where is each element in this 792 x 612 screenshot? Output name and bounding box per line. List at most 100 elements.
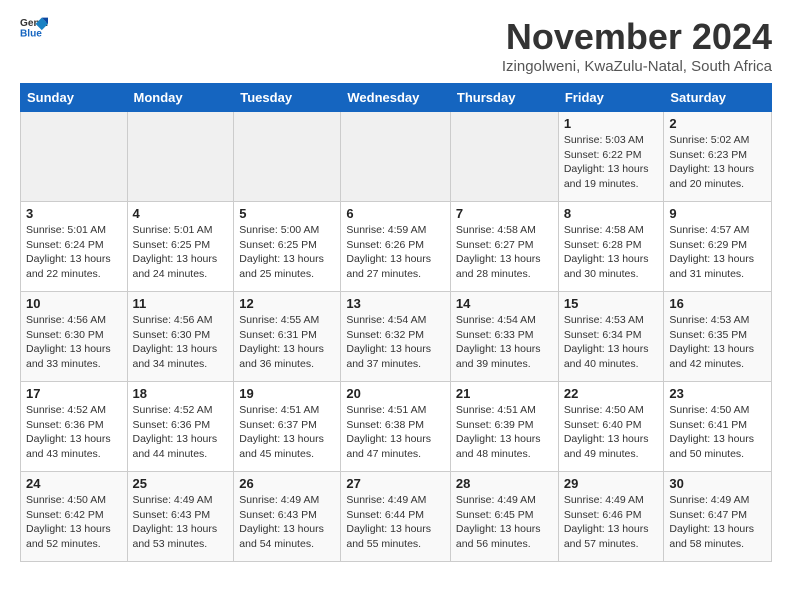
- day-number: 11: [133, 296, 229, 311]
- day-number: 16: [669, 296, 766, 311]
- calendar-cell: 26 Sunrise: 4:49 AM Sunset: 6:43 PM Dayli…: [234, 472, 341, 562]
- day-info: Sunrise: 4:50 AM Sunset: 6:41 PM Dayligh…: [669, 403, 766, 462]
- calendar-cell: 30 Sunrise: 4:49 AM Sunset: 6:47 PM Dayli…: [664, 472, 772, 562]
- day-number: 14: [456, 296, 553, 311]
- calendar-cell: 14 Sunrise: 4:54 AM Sunset: 6:33 PM Dayli…: [450, 292, 558, 382]
- title-area: November 2024 Izingolweni, KwaZulu-Natal…: [502, 16, 772, 75]
- day-number: 23: [669, 386, 766, 401]
- calendar-cell: 10 Sunrise: 4:56 AM Sunset: 6:30 PM Dayli…: [21, 292, 128, 382]
- calendar-cell: 15 Sunrise: 4:53 AM Sunset: 6:34 PM Dayli…: [558, 292, 664, 382]
- calendar-cell: 4 Sunrise: 5:01 AM Sunset: 6:25 PM Daylig…: [127, 202, 234, 292]
- week-row-3: 10 Sunrise: 4:56 AM Sunset: 6:30 PM Dayli…: [21, 292, 772, 382]
- day-info: Sunrise: 4:50 AM Sunset: 6:40 PM Dayligh…: [564, 403, 659, 462]
- day-number: 3: [26, 206, 122, 221]
- col-header-saturday: Saturday: [664, 84, 772, 112]
- day-number: 20: [346, 386, 445, 401]
- day-info: Sunrise: 4:52 AM Sunset: 6:36 PM Dayligh…: [26, 403, 122, 462]
- generalblue-logo-icon: General Blue: [20, 16, 48, 38]
- day-number: 22: [564, 386, 659, 401]
- svg-text:Blue: Blue: [20, 28, 42, 38]
- day-number: 21: [456, 386, 553, 401]
- day-number: 12: [239, 296, 335, 311]
- day-info: Sunrise: 4:52 AM Sunset: 6:36 PM Dayligh…: [133, 403, 229, 462]
- week-row-1: 1 Sunrise: 5:03 AM Sunset: 6:22 PM Daylig…: [21, 112, 772, 202]
- col-header-friday: Friday: [558, 84, 664, 112]
- calendar-cell: 22 Sunrise: 4:50 AM Sunset: 6:40 PM Dayli…: [558, 382, 664, 472]
- day-number: 28: [456, 476, 553, 491]
- day-number: 29: [564, 476, 659, 491]
- calendar-cell: 2Sunrise: 5:02 AM Sunset: 6:23 PM Daylig…: [664, 112, 772, 202]
- calendar-cell: 12 Sunrise: 4:55 AM Sunset: 6:31 PM Dayli…: [234, 292, 341, 382]
- calendar-cell: 8Sunrise: 4:58 AM Sunset: 6:28 PM Daylig…: [558, 202, 664, 292]
- calendar-cell: 3 Sunrise: 5:01 AM Sunset: 6:24 PM Daylig…: [21, 202, 128, 292]
- day-info: Sunrise: 5:01 AM Sunset: 6:24 PM Dayligh…: [26, 223, 122, 282]
- page-header: General Blue November 2024 Izingolweni, …: [20, 16, 772, 75]
- day-info: Sunrise: 4:49 AM Sunset: 6:45 PM Dayligh…: [456, 493, 553, 552]
- calendar-cell: 17 Sunrise: 4:52 AM Sunset: 6:36 PM Dayli…: [21, 382, 128, 472]
- day-info: Sunrise: 4:53 AM Sunset: 6:34 PM Dayligh…: [564, 313, 659, 372]
- day-info: Sunrise: 5:03 AM Sunset: 6:22 PM Dayligh…: [564, 133, 659, 192]
- day-info: Sunrise: 4:53 AM Sunset: 6:35 PM Dayligh…: [669, 313, 766, 372]
- day-info: Sunrise: 4:56 AM Sunset: 6:30 PM Dayligh…: [26, 313, 122, 372]
- week-row-2: 3 Sunrise: 5:01 AM Sunset: 6:24 PM Daylig…: [21, 202, 772, 292]
- day-number: 4: [133, 206, 229, 221]
- day-number: 2: [669, 116, 766, 131]
- day-info: Sunrise: 4:49 AM Sunset: 6:43 PM Dayligh…: [239, 493, 335, 552]
- calendar-cell: 25 Sunrise: 4:49 AM Sunset: 6:43 PM Dayli…: [127, 472, 234, 562]
- calendar-cell: 29 Sunrise: 4:49 AM Sunset: 6:46 PM Dayli…: [558, 472, 664, 562]
- col-header-sunday: Sunday: [21, 84, 128, 112]
- day-info: Sunrise: 4:56 AM Sunset: 6:30 PM Dayligh…: [133, 313, 229, 372]
- location-subtitle: Izingolweni, KwaZulu-Natal, South Africa: [502, 58, 772, 75]
- day-info: Sunrise: 4:49 AM Sunset: 6:47 PM Dayligh…: [669, 493, 766, 552]
- calendar-cell: 7Sunrise: 4:58 AM Sunset: 6:27 PM Daylig…: [450, 202, 558, 292]
- week-row-4: 17 Sunrise: 4:52 AM Sunset: 6:36 PM Dayli…: [21, 382, 772, 472]
- calendar-cell: 20 Sunrise: 4:51 AM Sunset: 6:38 PM Dayli…: [341, 382, 451, 472]
- day-number: 25: [133, 476, 229, 491]
- week-row-5: 24Sunrise: 4:50 AM Sunset: 6:42 PM Dayli…: [21, 472, 772, 562]
- day-number: 8: [564, 206, 659, 221]
- calendar-cell: [450, 112, 558, 202]
- day-number: 24: [26, 476, 122, 491]
- day-info: Sunrise: 4:59 AM Sunset: 6:26 PM Dayligh…: [346, 223, 445, 282]
- day-number: 27: [346, 476, 445, 491]
- day-info: Sunrise: 4:58 AM Sunset: 6:27 PM Dayligh…: [456, 223, 553, 282]
- day-number: 13: [346, 296, 445, 311]
- col-header-monday: Monday: [127, 84, 234, 112]
- day-info: Sunrise: 4:54 AM Sunset: 6:33 PM Dayligh…: [456, 313, 553, 372]
- day-info: Sunrise: 4:51 AM Sunset: 6:38 PM Dayligh…: [346, 403, 445, 462]
- day-number: 30: [669, 476, 766, 491]
- day-info: Sunrise: 4:49 AM Sunset: 6:46 PM Dayligh…: [564, 493, 659, 552]
- logo: General Blue: [20, 16, 48, 38]
- calendar-cell: 1 Sunrise: 5:03 AM Sunset: 6:22 PM Daylig…: [558, 112, 664, 202]
- day-number: 1: [564, 116, 659, 131]
- calendar-cell: 9 Sunrise: 4:57 AM Sunset: 6:29 PM Daylig…: [664, 202, 772, 292]
- day-number: 10: [26, 296, 122, 311]
- calendar-cell: 13 Sunrise: 4:54 AM Sunset: 6:32 PM Dayli…: [341, 292, 451, 382]
- col-header-thursday: Thursday: [450, 84, 558, 112]
- calendar-cell: [127, 112, 234, 202]
- day-info: Sunrise: 4:55 AM Sunset: 6:31 PM Dayligh…: [239, 313, 335, 372]
- day-info: Sunrise: 4:57 AM Sunset: 6:29 PM Dayligh…: [669, 223, 766, 282]
- calendar-cell: 5Sunrise: 5:00 AM Sunset: 6:25 PM Daylig…: [234, 202, 341, 292]
- day-number: 6: [346, 206, 445, 221]
- calendar-cell: 6 Sunrise: 4:59 AM Sunset: 6:26 PM Daylig…: [341, 202, 451, 292]
- calendar-cell: [21, 112, 128, 202]
- day-info: Sunrise: 4:54 AM Sunset: 6:32 PM Dayligh…: [346, 313, 445, 372]
- day-info: Sunrise: 4:49 AM Sunset: 6:44 PM Dayligh…: [346, 493, 445, 552]
- calendar-cell: [341, 112, 451, 202]
- calendar-cell: 27 Sunrise: 4:49 AM Sunset: 6:44 PM Dayli…: [341, 472, 451, 562]
- calendar-table: SundayMondayTuesdayWednesdayThursdayFrid…: [20, 83, 772, 562]
- day-number: 9: [669, 206, 766, 221]
- day-number: 17: [26, 386, 122, 401]
- calendar-cell: 28 Sunrise: 4:49 AM Sunset: 6:45 PM Dayli…: [450, 472, 558, 562]
- day-number: 15: [564, 296, 659, 311]
- day-info: Sunrise: 4:49 AM Sunset: 6:43 PM Dayligh…: [133, 493, 229, 552]
- day-number: 26: [239, 476, 335, 491]
- calendar-cell: 21 Sunrise: 4:51 AM Sunset: 6:39 PM Dayli…: [450, 382, 558, 472]
- col-header-wednesday: Wednesday: [341, 84, 451, 112]
- day-info: Sunrise: 5:01 AM Sunset: 6:25 PM Dayligh…: [133, 223, 229, 282]
- day-info: Sunrise: 4:51 AM Sunset: 6:39 PM Dayligh…: [456, 403, 553, 462]
- month-title: November 2024: [502, 16, 772, 58]
- col-header-tuesday: Tuesday: [234, 84, 341, 112]
- calendar-cell: 18Sunrise: 4:52 AM Sunset: 6:36 PM Dayli…: [127, 382, 234, 472]
